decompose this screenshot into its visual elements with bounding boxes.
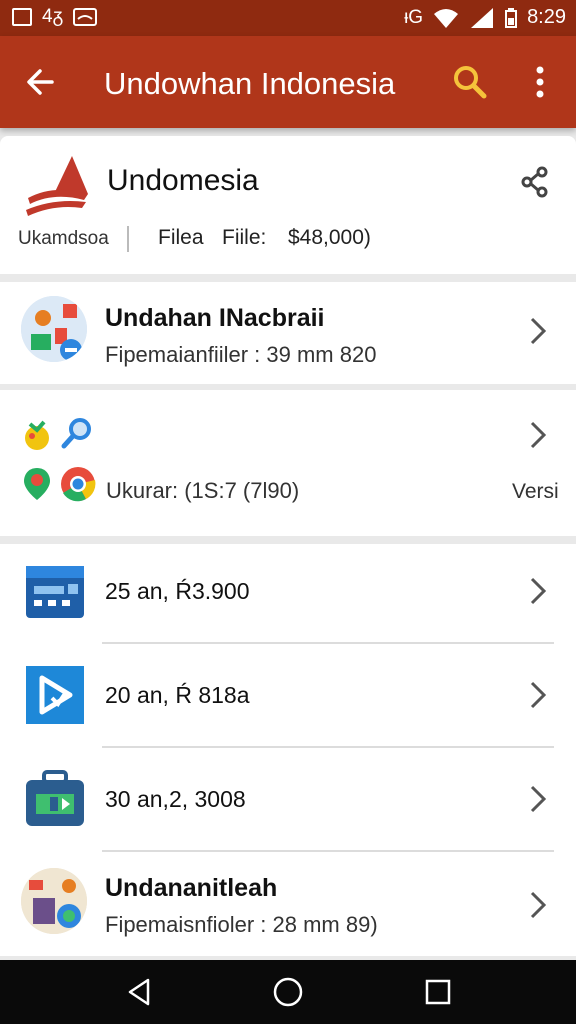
more-vertical-icon[interactable] bbox=[528, 64, 552, 100]
price-value: $48,000) bbox=[288, 226, 371, 249]
featured-item-title: Undahan INacbraii bbox=[105, 304, 325, 332]
file-size-label: Fiile: bbox=[222, 226, 267, 249]
list-item-label: 30 an,2, 3008 bbox=[105, 786, 246, 812]
list-divider bbox=[102, 850, 554, 852]
size-info-card: Ukurar: (1S:7 (7l90) Versi bbox=[0, 390, 576, 536]
chevron-right-icon bbox=[530, 891, 547, 919]
chevron-right-icon bbox=[530, 317, 547, 345]
featured-item-subtitle: Fipemaianfiiler : 39 mm 820 bbox=[105, 342, 377, 367]
last-item-title: Undananitleah bbox=[105, 874, 278, 902]
system-nav-bar bbox=[0, 960, 576, 1024]
size-text: Ukurar: (1S:7 (7l90) bbox=[106, 478, 300, 503]
status-time: 8:29 bbox=[527, 6, 566, 28]
illustration-icon bbox=[21, 296, 87, 362]
chevron-right-icon bbox=[530, 785, 547, 813]
meta-divider bbox=[127, 226, 129, 252]
list-divider bbox=[102, 746, 554, 748]
list-divider bbox=[102, 642, 554, 644]
last-item-subtitle: Fipemaisnfioler : 28 mm 89) bbox=[105, 912, 378, 937]
list-item[interactable]: 20 an, Ŕ 818a bbox=[0, 648, 576, 752]
app-header-card: Undomesia Ukamdsoa Filea Fiile: $48,000) bbox=[0, 136, 576, 274]
magnifier-icon bbox=[61, 418, 91, 449]
wifi-icon bbox=[434, 8, 459, 28]
notification-box-icon bbox=[12, 8, 32, 26]
nav-recents-icon[interactable] bbox=[422, 976, 454, 1008]
briefcase-app-icon bbox=[26, 770, 84, 826]
chrome-icon bbox=[61, 467, 96, 502]
app-list-card: 25 an, Ŕ3.900 20 an, Ŕ 818a 30 an,2, 300… bbox=[0, 544, 576, 956]
page-title: Undowhan Indonesia bbox=[104, 66, 396, 101]
chevron-right-icon bbox=[530, 577, 547, 605]
fruit-icon bbox=[25, 420, 49, 450]
share-icon[interactable] bbox=[520, 166, 550, 198]
chevron-right-icon bbox=[530, 681, 547, 709]
last-item-row[interactable]: Undananitleah Fipemaisnfioler : 28 mm 89… bbox=[0, 856, 576, 956]
search-icon[interactable] bbox=[452, 64, 488, 100]
list-item-label: 20 an, Ŕ 818a bbox=[105, 682, 250, 708]
app-bar: Undowhan Indonesia bbox=[0, 36, 576, 128]
publisher-name: Ukamdsoa bbox=[18, 228, 109, 249]
status-bar: 4ᵹ ᵻG 8:29 bbox=[0, 0, 576, 36]
list-item-label: 25 an, Ŕ3.900 bbox=[105, 578, 250, 604]
illustration-icon bbox=[21, 868, 87, 934]
list-item[interactable]: 25 an, Ŕ3.900 bbox=[0, 544, 576, 648]
app-name: Undomesia bbox=[107, 164, 259, 197]
nav-back-icon[interactable] bbox=[124, 976, 156, 1008]
last-item-avatar bbox=[21, 868, 87, 934]
map-pin-icon bbox=[24, 468, 50, 500]
battery-icon bbox=[505, 7, 518, 28]
message-icon bbox=[73, 8, 98, 26]
chevron-right-icon[interactable] bbox=[528, 420, 548, 450]
play-app-icon bbox=[26, 666, 84, 724]
signal-icon bbox=[471, 7, 494, 28]
version-label: Versi bbox=[512, 480, 559, 503]
app-logo-icon bbox=[26, 156, 88, 216]
status-left-text: 4ᵹ bbox=[42, 6, 64, 27]
featured-item-row[interactable]: Undahan INacbraii Fipemaianfiiler : 39 m… bbox=[0, 282, 576, 384]
nav-home-icon[interactable] bbox=[272, 976, 304, 1008]
calculator-app-icon bbox=[26, 566, 84, 618]
network-indicator: ᵻG bbox=[404, 6, 424, 28]
list-item[interactable]: 30 an,2, 3008 bbox=[0, 752, 576, 856]
back-arrow-icon[interactable] bbox=[24, 64, 56, 100]
file-label: Filea bbox=[158, 226, 204, 249]
featured-avatar bbox=[21, 296, 87, 362]
